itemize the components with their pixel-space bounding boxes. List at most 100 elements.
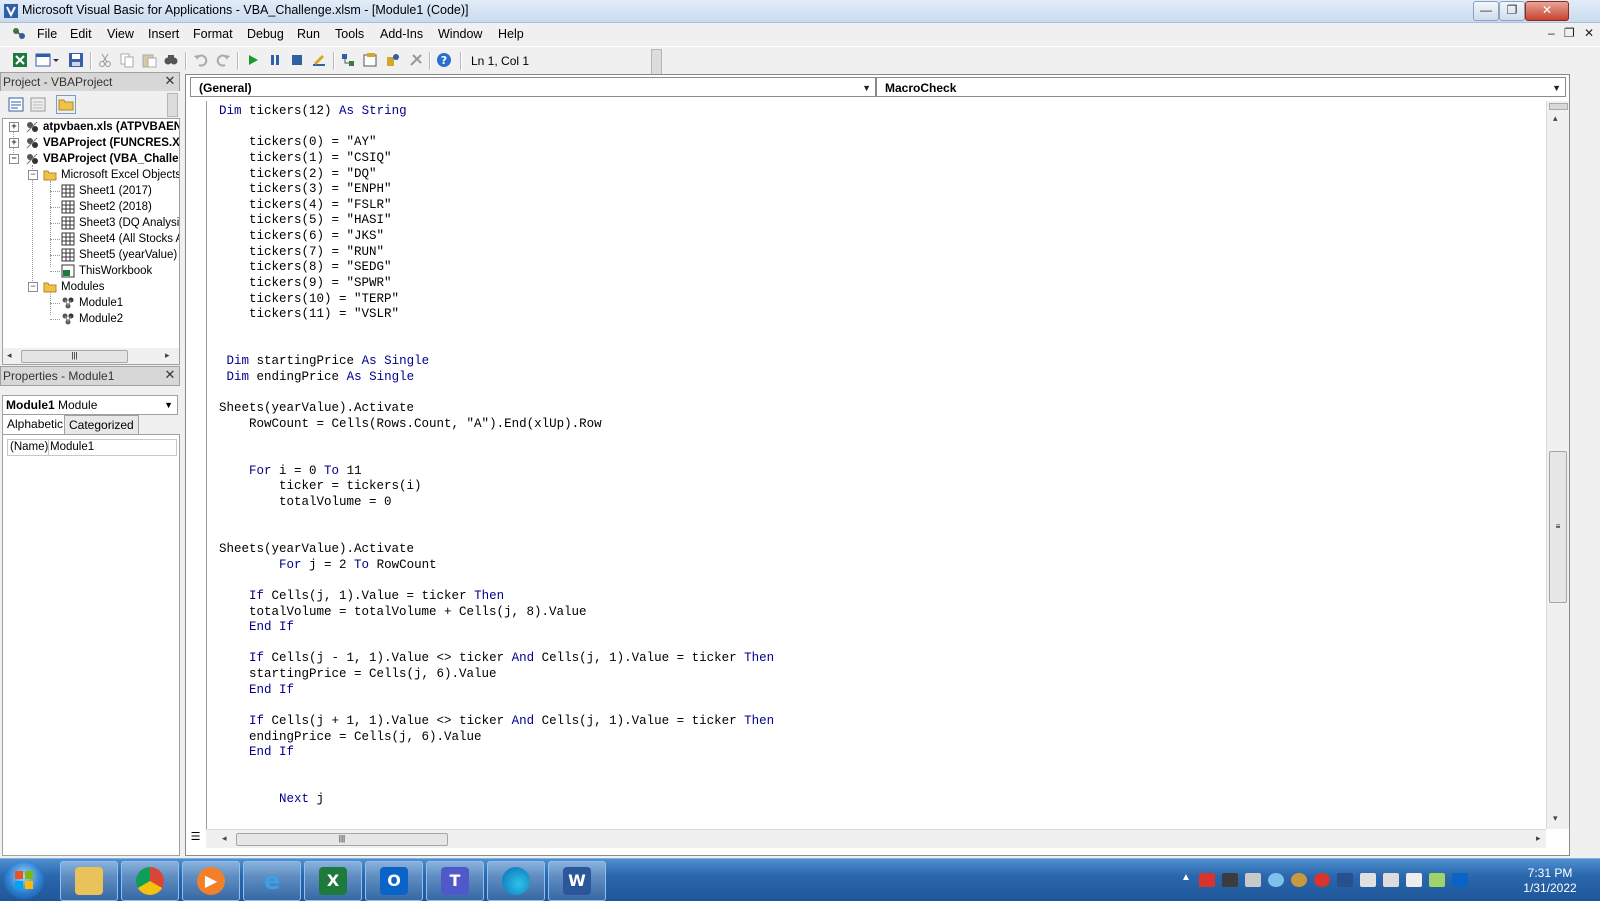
scroll-down-icon[interactable]: ▾ (1553, 813, 1558, 824)
code-editor[interactable]: Dim tickers(12) As String tickers(0) = "… (219, 104, 774, 808)
code-line[interactable]: tickers(4) = "FSLR" (219, 198, 774, 214)
tree-item-sheet3[interactable]: Sheet3 (DQ Analysis) (3, 215, 179, 231)
chevron-down-icon[interactable]: ▼ (164, 396, 173, 414)
taskbar-edge[interactable] (487, 861, 545, 901)
paste-icon[interactable] (141, 52, 157, 68)
taskbar-teams[interactable]: T (426, 861, 484, 901)
save-icon[interactable] (68, 52, 84, 68)
taskbar-excel[interactable]: X (304, 861, 362, 901)
code-line[interactable]: tickers(5) = "HASI" (219, 213, 774, 229)
code-line[interactable] (219, 636, 774, 652)
code-line[interactable] (219, 386, 774, 402)
tray-volume-icon[interactable] (1406, 873, 1422, 887)
show-hidden-icons-icon[interactable]: ▲ (1181, 872, 1191, 883)
project-horizontal-scrollbar[interactable]: ◂ ||| ▸ (2, 348, 180, 365)
tree-item-sheet5[interactable]: Sheet5 (yearValue) (3, 247, 179, 263)
scroll-thumb[interactable]: ||| (236, 833, 448, 846)
code-vertical-scrollbar[interactable]: ▴ ≡ ▾ (1546, 101, 1569, 829)
code-line[interactable] (219, 323, 774, 339)
reset-icon[interactable] (289, 52, 305, 68)
tree-item-funcres[interactable]: + VBAProject (FUNCRES.XLAM) (3, 135, 179, 151)
insert-userform-icon[interactable] (35, 52, 51, 68)
tree-item-sheet1[interactable]: Sheet1 (2017) (3, 183, 179, 199)
scroll-left-icon[interactable]: ◂ (222, 833, 227, 844)
object-combo[interactable]: (General) ▼ (190, 77, 876, 97)
margin-indicator-bar[interactable] (186, 101, 207, 829)
menu-run[interactable]: Run (297, 27, 320, 41)
code-line[interactable] (219, 777, 774, 793)
mdi-close-button[interactable]: ✕ (1584, 26, 1594, 40)
tray-security-icon[interactable] (1199, 873, 1215, 887)
vba-menu-icon[interactable] (10, 25, 28, 43)
cut-icon[interactable] (97, 52, 113, 68)
procedure-view-icon[interactable]: ☰ (188, 830, 203, 845)
property-value[interactable]: Module1 (50, 440, 94, 455)
scroll-left-icon[interactable]: ◂ (7, 350, 12, 361)
menu-view[interactable]: View (107, 27, 134, 41)
tree-item-sheet4[interactable]: Sheet4 (All Stocks Analysis) (3, 231, 179, 247)
tray-power-icon[interactable] (1429, 873, 1445, 887)
mdi-restore-button[interactable]: ❐ (1564, 26, 1575, 40)
maximize-button[interactable]: ❐ (1499, 1, 1525, 21)
tray-signal-icon[interactable] (1383, 873, 1399, 887)
tray-network-error-icon[interactable] (1245, 873, 1261, 887)
code-line[interactable]: tickers(7) = "RUN" (219, 245, 774, 261)
tray-outlook-icon[interactable] (1452, 873, 1468, 887)
tree-item-thisworkbook[interactable]: ThisWorkbook (3, 263, 179, 279)
scroll-thumb[interactable]: ≡ (1549, 451, 1567, 603)
code-line[interactable] (219, 432, 774, 448)
menu-edit[interactable]: Edit (70, 27, 92, 41)
properties-object-selector[interactable]: Module1 Module ▼ (2, 395, 178, 415)
view-object-icon[interactable] (28, 95, 48, 114)
chevron-down-icon[interactable]: ▼ (1552, 78, 1561, 98)
menu-window[interactable]: Window (438, 27, 482, 41)
collapse-icon[interactable]: − (28, 170, 38, 180)
find-icon[interactable] (163, 52, 179, 68)
help-icon[interactable]: ? (436, 52, 452, 68)
tray-adobe-icon[interactable] (1314, 873, 1330, 887)
start-button[interactable] (4, 861, 44, 899)
code-line[interactable]: tickers(2) = "DQ" (219, 167, 774, 183)
code-line[interactable] (219, 511, 774, 527)
code-line[interactable] (219, 573, 774, 589)
code-line[interactable]: If Cells(j + 1, 1).Value <> ticker And C… (219, 714, 774, 730)
tray-app-icon[interactable] (1222, 873, 1238, 887)
scroll-right-icon[interactable]: ▸ (1536, 833, 1541, 844)
scroll-thumb[interactable]: ||| (21, 350, 128, 363)
code-line[interactable]: Dim endingPrice As Single (219, 370, 774, 386)
project-toolbar-grip[interactable] (167, 93, 178, 117)
tab-alphabetic[interactable]: Alphabetic (2, 414, 69, 435)
code-line[interactable]: End If (219, 745, 774, 761)
code-line[interactable]: Sheets(yearValue).Activate (219, 542, 774, 558)
code-line[interactable]: tickers(1) = "CSIQ" (219, 151, 774, 167)
redo-icon[interactable] (215, 52, 231, 68)
code-line[interactable]: tickers(10) = "TERP" (219, 292, 774, 308)
tree-item-modules[interactable]: − Modules (3, 279, 179, 295)
run-icon[interactable] (245, 52, 261, 68)
code-line[interactable]: End If (219, 683, 774, 699)
code-line[interactable] (219, 526, 774, 542)
tray-wifi-icon[interactable] (1268, 873, 1284, 887)
taskbar-word[interactable]: W (548, 861, 606, 901)
taskbar-clock[interactable]: 7:31 PM 1/31/2022 (1510, 866, 1590, 896)
code-line[interactable]: tickers(8) = "SEDG" (219, 260, 774, 276)
code-line[interactable]: startingPrice = Cells(j, 6).Value (219, 667, 774, 683)
properties-pane-close-icon[interactable]: ✕ (163, 368, 177, 382)
toggle-folders-icon[interactable] (56, 95, 76, 114)
code-line[interactable] (219, 761, 774, 777)
expand-icon[interactable]: + (9, 122, 19, 132)
menu-file[interactable]: File (37, 27, 57, 41)
toolbox-icon[interactable] (408, 52, 424, 68)
properties-window-icon[interactable] (362, 52, 378, 68)
taskbar-explorer[interactable] (60, 861, 118, 901)
code-line[interactable]: If Cells(j - 1, 1).Value <> ticker And C… (219, 651, 774, 667)
toolbar-options-grip[interactable] (651, 49, 662, 75)
code-line[interactable]: Dim tickers(12) As String (219, 104, 774, 120)
code-horizontal-scrollbar[interactable]: ◂ ||| ▸ (206, 829, 1546, 848)
collapse-icon[interactable]: − (9, 154, 19, 164)
code-line[interactable]: RowCount = Cells(Rows.Count, "A").End(xl… (219, 417, 774, 433)
split-bar[interactable] (1549, 103, 1568, 110)
tab-categorized[interactable]: Categorized (64, 415, 139, 434)
copy-icon[interactable] (119, 52, 135, 68)
taskbar-media-player[interactable]: ▶ (182, 861, 240, 901)
